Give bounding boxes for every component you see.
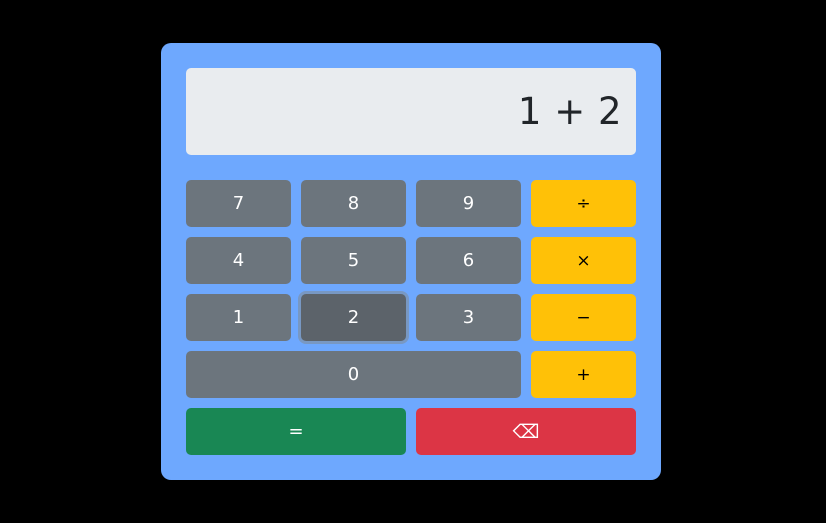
multiply-button[interactable]: × <box>531 237 636 284</box>
equals-button[interactable]: = <box>186 408 406 455</box>
key-6[interactable]: 6 <box>416 237 521 284</box>
calculator-panel: 1 + 2 7 8 9 ÷ 4 5 6 × 1 2 3 − 0 + = ⌫ <box>161 43 661 480</box>
key-7[interactable]: 7 <box>186 180 291 227</box>
backspace-button[interactable]: ⌫ <box>416 408 636 455</box>
key-8[interactable]: 8 <box>301 180 406 227</box>
key-4[interactable]: 4 <box>186 237 291 284</box>
divide-button[interactable]: ÷ <box>531 180 636 227</box>
key-9[interactable]: 9 <box>416 180 521 227</box>
backspace-icon: ⌫ <box>512 420 540 443</box>
key-1[interactable]: 1 <box>186 294 291 341</box>
calculator-display: 1 + 2 <box>186 68 636 155</box>
add-button[interactable]: + <box>531 351 636 398</box>
key-0[interactable]: 0 <box>186 351 521 398</box>
key-2[interactable]: 2 <box>301 294 406 341</box>
subtract-button[interactable]: − <box>531 294 636 341</box>
key-3[interactable]: 3 <box>416 294 521 341</box>
key-5[interactable]: 5 <box>301 237 406 284</box>
